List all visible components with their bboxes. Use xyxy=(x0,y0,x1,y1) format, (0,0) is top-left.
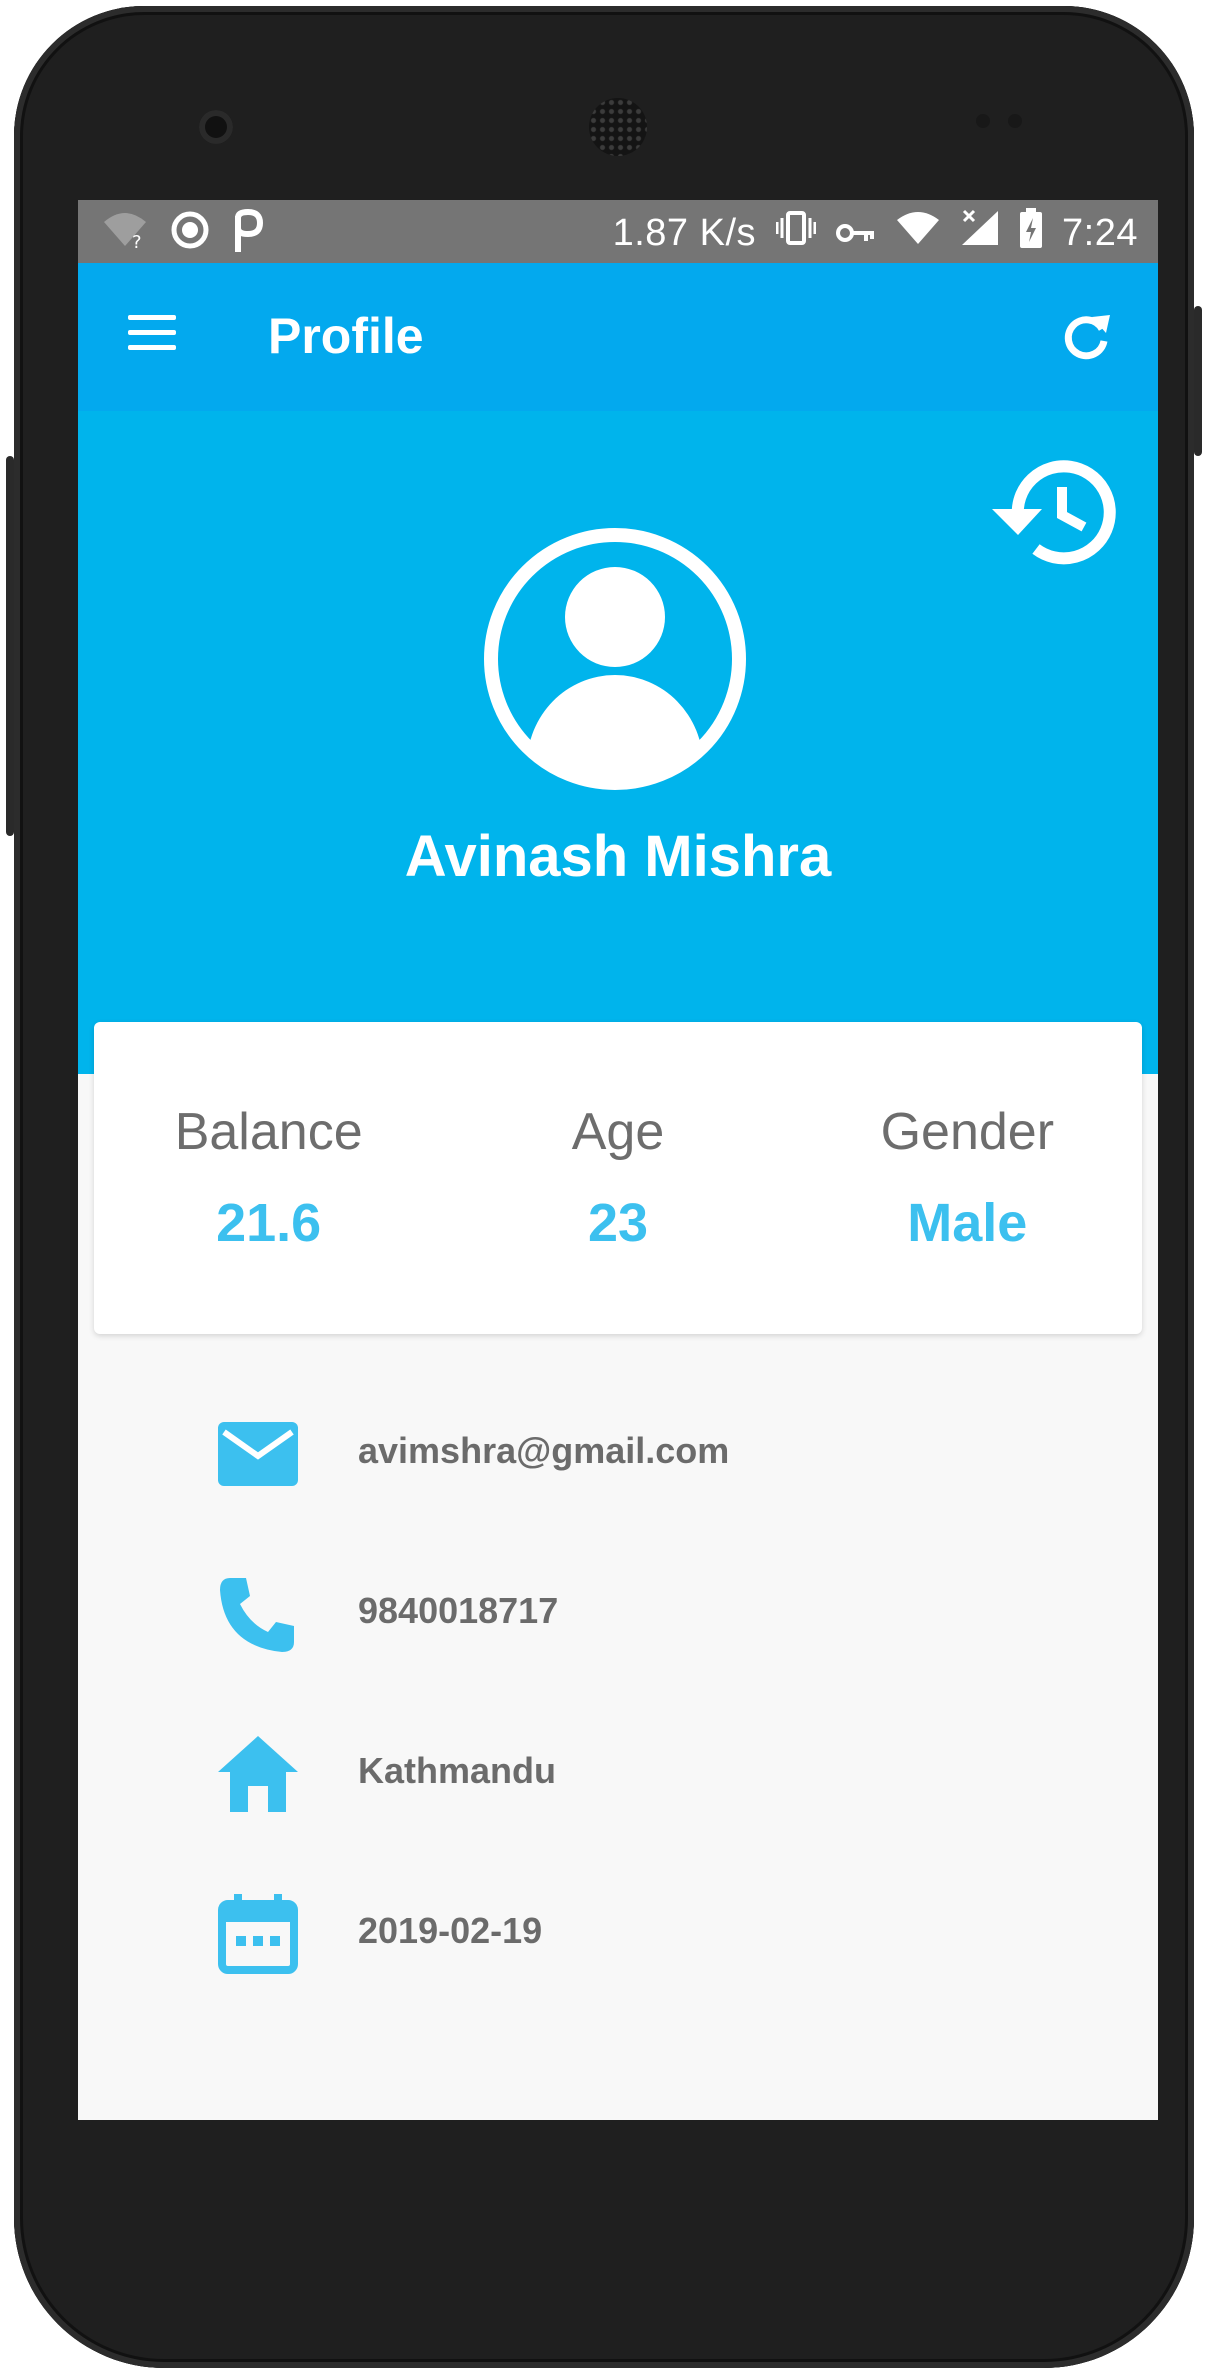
network-speed: 1.87 K/s xyxy=(612,211,757,254)
stats-card: Balance 21.6 Age 23 Gender Male xyxy=(94,1022,1142,1334)
earpiece-speaker xyxy=(589,98,647,156)
vibrate-icon xyxy=(775,210,817,256)
stat-label: Gender xyxy=(880,1103,1055,1161)
avatar-icon xyxy=(484,528,746,790)
volume-button xyxy=(6,456,14,836)
power-button xyxy=(1194,306,1202,456)
cell-signal-icon xyxy=(960,209,1000,257)
detail-text: 2019-02-19 xyxy=(358,1910,543,1951)
detail-text: Kathmandu xyxy=(358,1750,556,1791)
front-camera xyxy=(199,110,233,144)
light-sensor xyxy=(1008,114,1022,128)
page-title: Profile xyxy=(268,308,424,364)
phone-frame: ? 1.87 K/s 7:24 Profile Avinash Mishra B… xyxy=(6,6,1202,2368)
p-app-icon xyxy=(232,208,264,257)
refresh-icon[interactable] xyxy=(1056,307,1116,367)
app-bar: Profile xyxy=(78,263,1158,411)
detail-email: avimshra@gmail.com xyxy=(78,1400,1158,1500)
battery-icon xyxy=(1020,208,1043,258)
proximity-sensor xyxy=(976,114,990,128)
history-icon[interactable] xyxy=(982,451,1122,571)
detail-text: 9840018717 xyxy=(358,1590,559,1631)
calendar-icon xyxy=(216,1892,300,1976)
detail-address: Kathmandu xyxy=(78,1720,1158,1820)
stat-value: 21.6 xyxy=(216,1193,322,1253)
clock: 7:24 xyxy=(1062,211,1138,254)
home-icon xyxy=(216,1732,300,1816)
wifi-unknown-icon: ? xyxy=(102,210,148,255)
record-icon xyxy=(170,210,210,255)
vpn-key-icon xyxy=(836,212,876,255)
profile-name: Avinash Mishra xyxy=(404,824,832,889)
detail-phone: 9840018717 xyxy=(78,1560,1158,1660)
stat-gender: Gender Male xyxy=(793,1022,1142,1334)
stat-value: 23 xyxy=(587,1193,649,1253)
stat-value: Male xyxy=(907,1193,1028,1253)
stat-label: Balance xyxy=(174,1103,363,1161)
wifi-icon xyxy=(896,210,940,256)
email-icon xyxy=(216,1412,300,1496)
stat-age: Age 23 xyxy=(443,1022,792,1334)
stat-label: Age xyxy=(571,1103,665,1161)
screen: ? 1.87 K/s 7:24 Profile Avinash Mishra B… xyxy=(78,200,1158,2120)
status-bar: ? 1.87 K/s 7:24 xyxy=(78,200,1158,263)
svg-text:?: ? xyxy=(132,232,142,250)
detail-text: avimshra@gmail.com xyxy=(358,1430,730,1471)
stat-balance: Balance 21.6 xyxy=(94,1022,443,1334)
menu-icon[interactable] xyxy=(128,315,176,359)
avatar xyxy=(481,525,749,793)
phone-icon xyxy=(216,1572,300,1656)
detail-date: 2019-02-19 xyxy=(78,1880,1158,1980)
profile-header: Avinash Mishra xyxy=(78,411,1158,1074)
